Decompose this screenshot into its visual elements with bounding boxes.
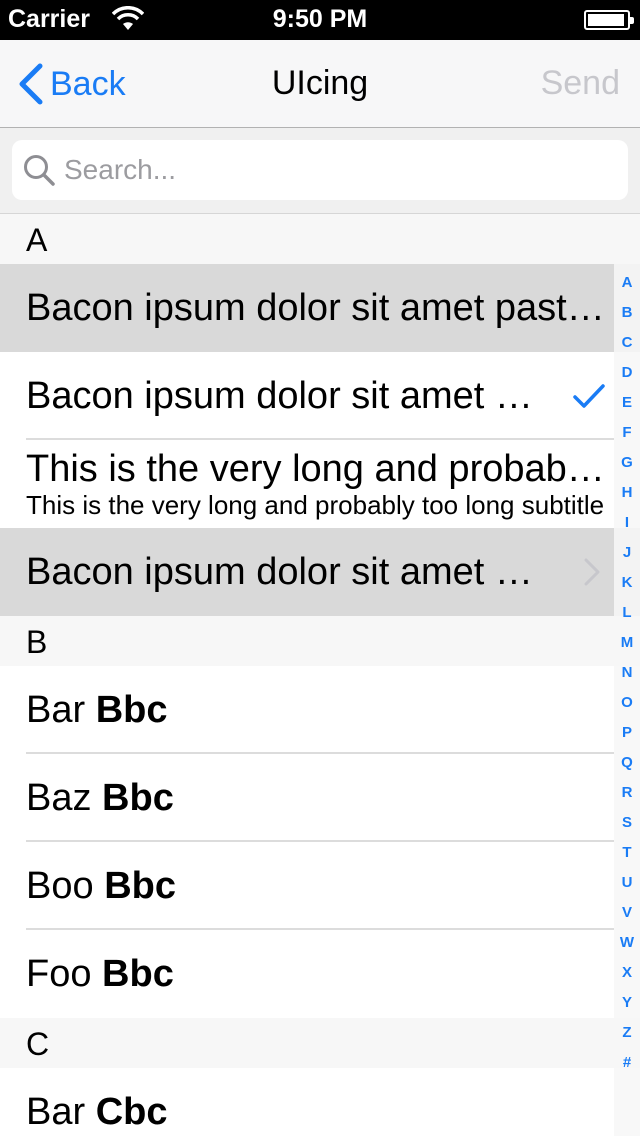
index-letter-z[interactable]: Z xyxy=(614,1024,640,1041)
index-letter-i[interactable]: I xyxy=(614,514,640,531)
index-letter-a[interactable]: A xyxy=(614,274,640,291)
index-letter-l[interactable]: L xyxy=(614,604,640,621)
index-letter-s[interactable]: S xyxy=(614,814,640,831)
index-letter-w[interactable]: W xyxy=(614,934,640,951)
table-view: A Bacon ipsum dolor sit amet pastrami Ba… xyxy=(0,214,640,1136)
index-letter-b[interactable]: B xyxy=(614,304,640,321)
section-header-c: C xyxy=(0,1018,640,1068)
section-index[interactable]: A B C D E F G H I J K L M N O P Q R S T U V W X Y Z # xyxy=(614,214,640,1136)
index-letter-m[interactable]: M xyxy=(614,634,640,651)
index-letter-c[interactable]: C xyxy=(614,334,640,351)
index-letter-g[interactable]: G xyxy=(614,454,640,471)
index-letter-d[interactable]: D xyxy=(614,364,640,381)
list-item-title: Baz Bbc xyxy=(26,777,174,819)
list-item[interactable]: Bar Cbc xyxy=(0,1068,640,1136)
section-header-b: B xyxy=(0,616,640,666)
list-item[interactable]: Foo Bbc xyxy=(0,930,640,1018)
list-item[interactable]: This is the very long and probably too l… xyxy=(0,440,640,528)
checkmark-icon xyxy=(573,384,605,408)
index-letter-y[interactable]: Y xyxy=(614,994,640,1011)
list-item[interactable]: Bar Bbc xyxy=(0,666,640,754)
battery-icon xyxy=(584,10,634,30)
index-letter-u[interactable]: U xyxy=(614,874,640,891)
index-letter-e[interactable]: E xyxy=(614,394,640,411)
index-letter-x[interactable]: X xyxy=(614,964,640,981)
list-item[interactable]: Boo Bbc xyxy=(0,842,640,930)
list-item[interactable]: Bacon ipsum dolor sit amet pastrami xyxy=(0,264,640,352)
list-item-title: Foo Bbc xyxy=(26,953,174,995)
index-letter-h[interactable]: H xyxy=(614,484,640,501)
navigation-bar: Back UIcing Send xyxy=(0,40,640,128)
clock: 9:50 PM xyxy=(272,5,368,33)
status-bar: Carrier 9:50 PM xyxy=(0,0,640,40)
list-item-title: Boo Bbc xyxy=(26,865,176,907)
send-button[interactable]: Send xyxy=(541,64,620,103)
index-letter-j[interactable]: J xyxy=(614,544,640,561)
search-box[interactable] xyxy=(12,140,628,200)
search-bar xyxy=(0,128,640,214)
list-item-title: Bar Bbc xyxy=(26,689,168,731)
list-item[interactable]: Bacon ipsum dolor sit amet pastrami xyxy=(0,528,640,616)
list-item[interactable]: Baz Bbc xyxy=(0,754,640,842)
chevron-right-icon xyxy=(584,558,600,586)
index-letter-p[interactable]: P xyxy=(614,724,640,741)
index-letter-o[interactable]: O xyxy=(614,694,640,711)
list-item-title: Bacon ipsum dolor sit amet pastrami xyxy=(26,551,554,593)
search-icon xyxy=(24,155,55,186)
index-letter-n[interactable]: N xyxy=(614,664,640,681)
search-input[interactable] xyxy=(64,140,604,200)
index-letter-v[interactable]: V xyxy=(614,904,640,921)
list-item-subtitle: This is the very long and probably too l… xyxy=(26,490,605,520)
list-item-title: Bar Cbc xyxy=(26,1091,168,1133)
list-item-title: This is the very long and probably too l… xyxy=(26,448,610,490)
index-letter-q[interactable]: Q xyxy=(614,754,640,771)
list-item-title: Bacon ipsum dolor sit amet pastrami xyxy=(26,287,610,329)
list-item[interactable]: Bacon ipsum dolor sit amet pastrami xyxy=(0,352,640,440)
index-letter-hash[interactable]: # xyxy=(614,1054,640,1071)
index-letter-r[interactable]: R xyxy=(614,784,640,801)
index-letter-f[interactable]: F xyxy=(614,424,640,441)
index-letter-t[interactable]: T xyxy=(614,844,640,861)
list-item-title: Bacon ipsum dolor sit amet pastrami xyxy=(26,375,554,417)
section-header-a: A xyxy=(0,214,640,264)
index-letter-k[interactable]: K xyxy=(614,574,640,591)
